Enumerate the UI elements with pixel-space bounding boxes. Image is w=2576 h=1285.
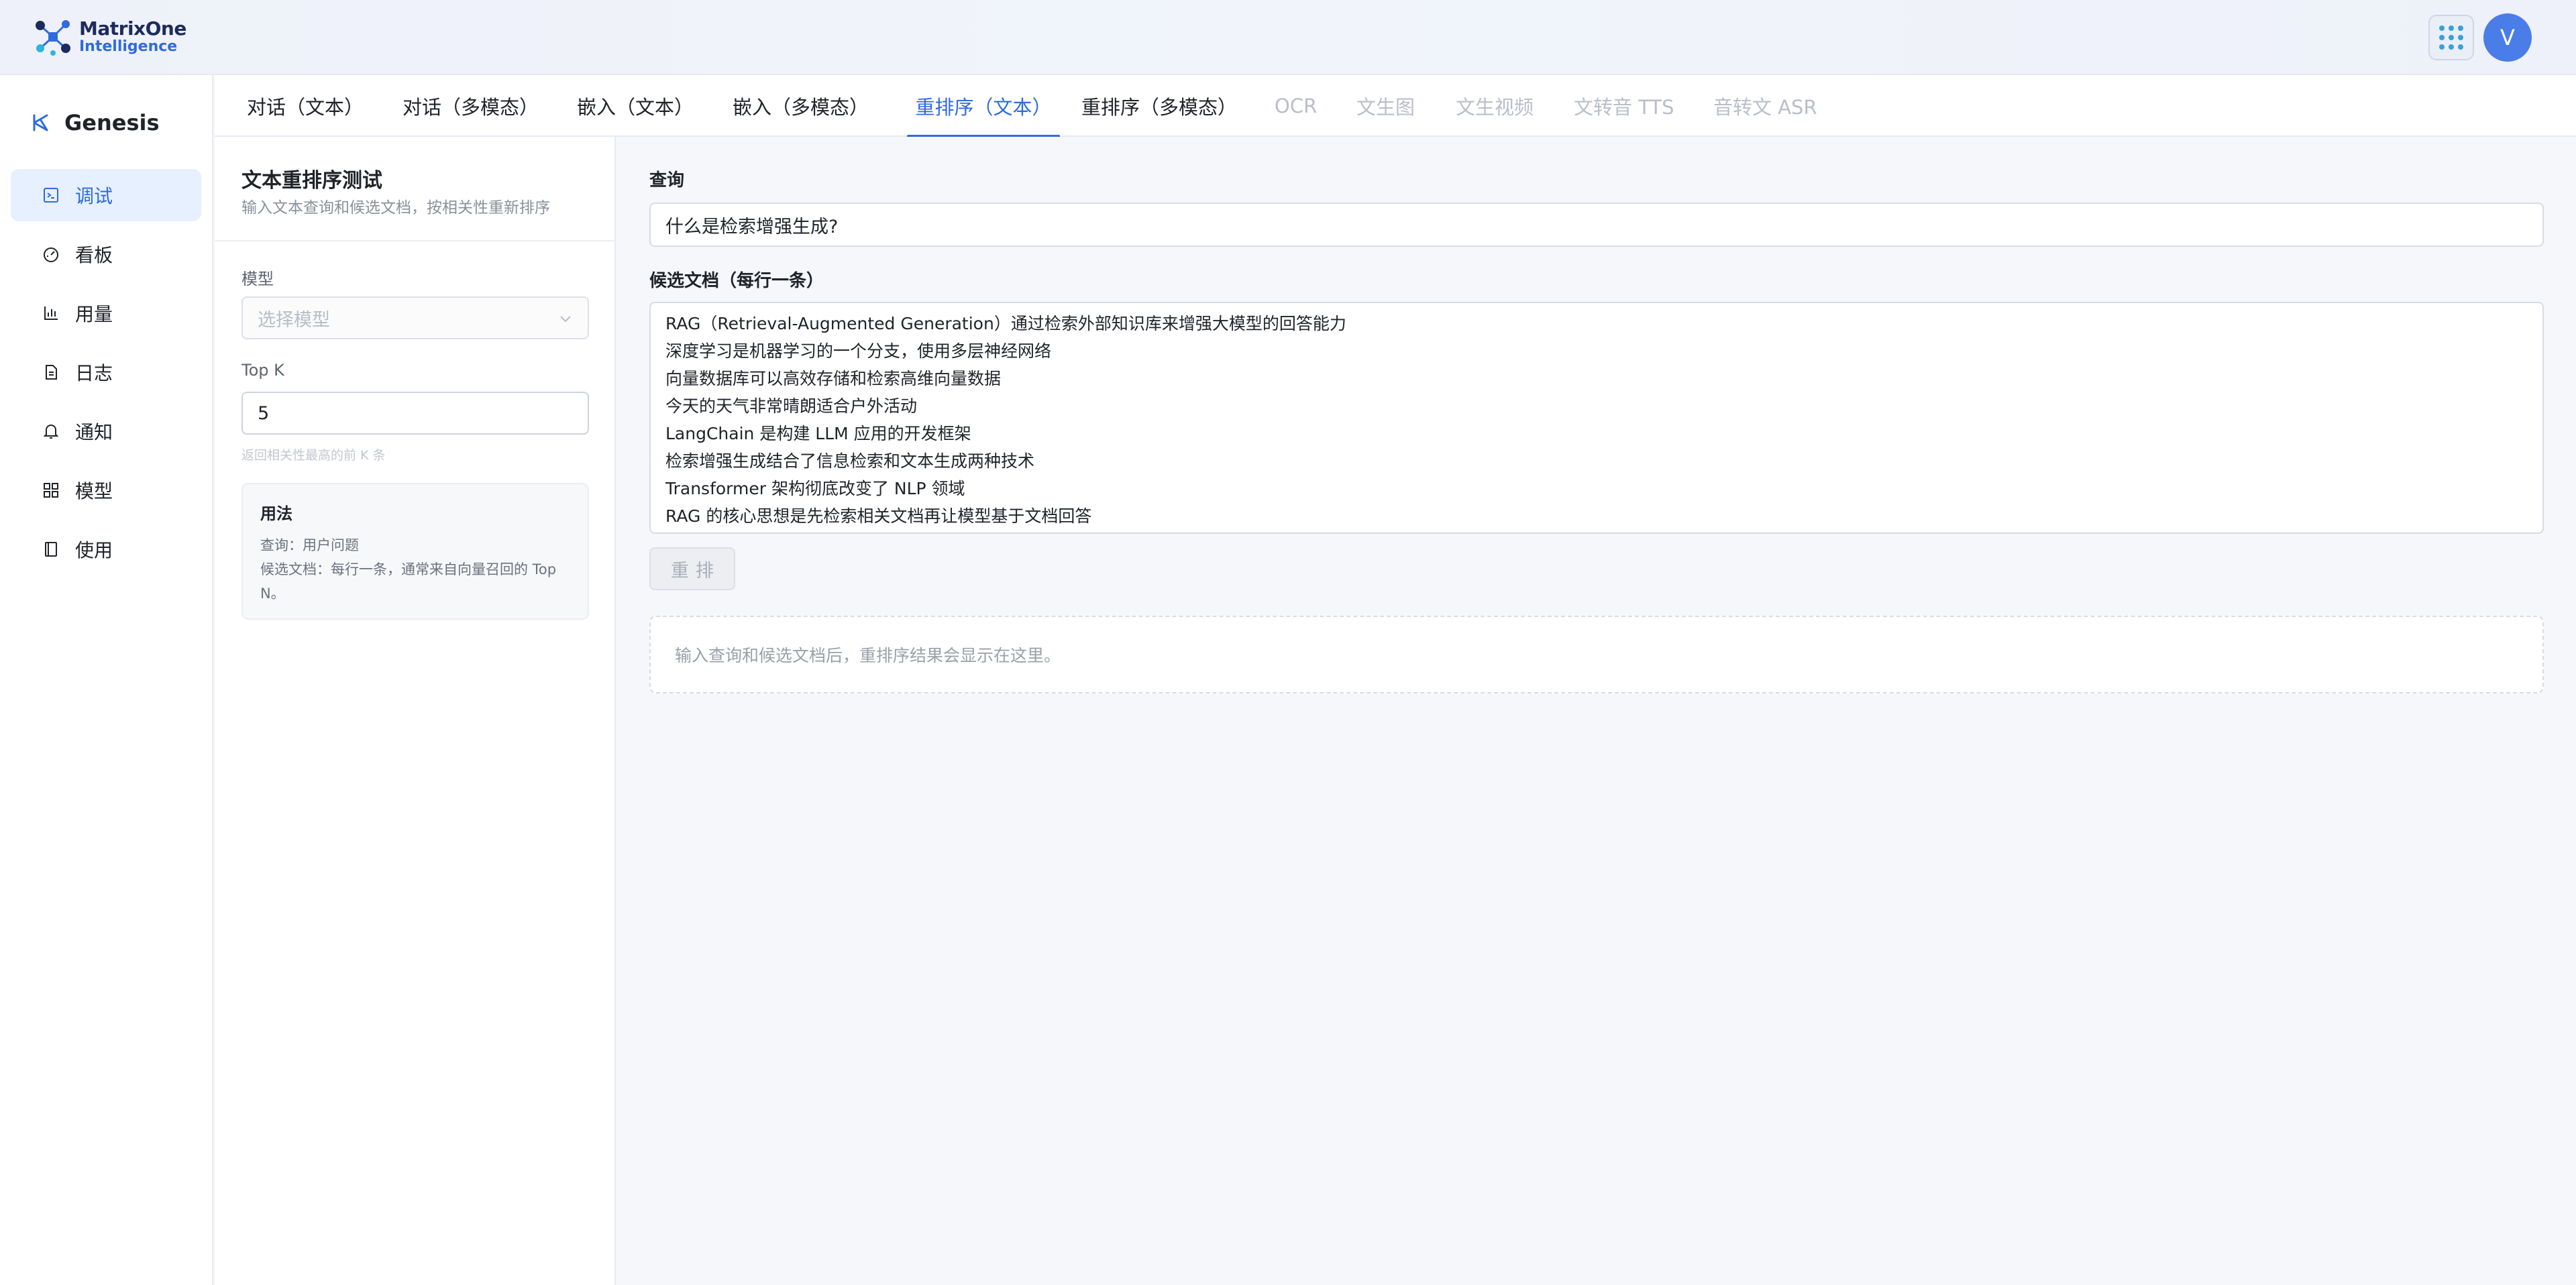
- tab-embed-text[interactable]: 嵌入（文本）: [577, 75, 694, 137]
- usage-card: 用法 查询：用户问题 候选文档：每行一条，通常来自向量召回的 Top N。: [241, 483, 589, 620]
- brand-name: Genesis: [64, 110, 160, 135]
- docs-label: 候选文档（每行一条）: [649, 271, 824, 291]
- grid-icon: [42, 481, 60, 500]
- model-type-tabs: 对话（文本） 对话（多模态） 嵌入（文本） 嵌入（多模态） 重排序（文本） 重排…: [215, 75, 2576, 138]
- grid-dots-icon: [2439, 25, 2463, 50]
- sidebar-item-label: 通知: [75, 421, 113, 443]
- rerank-button[interactable]: 重排: [649, 547, 735, 590]
- sidebar-item-label: 调试: [75, 185, 113, 207]
- dashboard-gauge-icon: [42, 245, 60, 264]
- model-select[interactable]: 选择模型: [241, 296, 589, 339]
- tab-tts[interactable]: 文转音 TTS: [1574, 75, 1674, 137]
- matrixone-logo[interactable]: MatrixOne Intelligence: [32, 13, 186, 60]
- model-select-placeholder: 选择模型: [258, 309, 330, 331]
- sidebar-item-usage[interactable]: 用量: [11, 287, 201, 339]
- usage-docs-line: 候选文档：每行一条，通常来自向量召回的 Top: [260, 561, 557, 577]
- sidebar-item-logs[interactable]: 日志: [11, 346, 201, 398]
- sidebar-nav: 调试 看板 用量 日志 通知 模型 使用: [11, 169, 201, 582]
- tab-embed-multimodal[interactable]: 嵌入（多模态）: [733, 75, 869, 137]
- sidebar-item-guide[interactable]: 使用: [11, 523, 201, 575]
- brand[interactable]: Genesis: [31, 110, 160, 135]
- book-icon: [42, 540, 60, 559]
- panel-title: 文本重排序测试: [241, 169, 382, 192]
- bell-icon: [42, 422, 60, 441]
- sidebar-item-label: 模型: [75, 480, 113, 502]
- logo-wordmark: MatrixOne: [79, 17, 186, 40]
- divider: [215, 240, 616, 241]
- candidate-docs-textarea[interactable]: RAG（Retrieval-Augmented Generation）通过检索外…: [649, 302, 2544, 534]
- doc-line: 深度学习是机器学习的一个分支，使用多层神经网络: [665, 341, 1052, 361]
- result-placeholder-text: 输入查询和候选文档后，重排序结果会显示在这里。: [675, 646, 1061, 665]
- doc-line: RAG（Retrieval-Augmented Generation）通过检索外…: [665, 314, 1346, 333]
- doc-line: 向量数据库可以高效存储和检索高维向量数据: [665, 369, 1002, 388]
- logo-subtitle: Intelligence: [79, 38, 178, 55]
- sidebar-item-label: 日志: [75, 362, 113, 384]
- doc-line: 检索增强生成结合了信息检索和文本生成两种技术: [665, 451, 1035, 471]
- terminal-icon: [42, 186, 60, 205]
- query-input[interactable]: 什么是检索增强生成?: [649, 203, 2544, 247]
- top-header: MatrixOne Intelligence V: [0, 0, 2576, 75]
- tab-chat-text[interactable]: 对话（文本）: [247, 75, 364, 137]
- doc-line: RAG 的核心思想是先检索相关文档再让模型基于文档回答: [665, 506, 1092, 526]
- panel-subtitle: 输入文本查询和候选文档，按相关性重新排序: [241, 199, 550, 217]
- tab-text-to-video[interactable]: 文生视频: [1456, 75, 1534, 137]
- document-icon: [42, 363, 60, 382]
- tab-rerank-multimodal[interactable]: 重排序（多模态）: [1081, 75, 1237, 137]
- model-label: 模型: [241, 270, 274, 288]
- topk-hint: 返回相关性最高的前 K 条: [241, 448, 386, 463]
- user-avatar[interactable]: V: [2483, 13, 2532, 62]
- sidebar-item-models[interactable]: 模型: [11, 464, 201, 516]
- sidebar: Genesis 调试 看板 用量 日志 通知 模型 使用: [0, 75, 213, 1285]
- tab-chat-multimodal[interactable]: 对话（多模态）: [402, 75, 539, 137]
- rerank-workspace: 查询 什么是检索增强生成? 候选文档（每行一条） RAG（Retrieval-A…: [617, 137, 2576, 1285]
- doc-line: Transformer 架构彻底改变了 NLP 领域: [665, 479, 965, 498]
- doc-line: 今天的天气非常晴朗适合户外活动: [665, 396, 918, 416]
- usage-title: 用法: [260, 504, 292, 523]
- bar-chart-icon: [42, 304, 60, 323]
- sidebar-item-notifications[interactable]: 通知: [11, 405, 201, 457]
- tab-asr[interactable]: 音转文 ASR: [1713, 75, 1817, 137]
- sidebar-item-dashboard[interactable]: 看板: [11, 228, 201, 280]
- usage-query-line: 查询：用户问题: [260, 537, 359, 553]
- config-panel: 文本重排序测试 输入文本查询和候选文档，按相关性重新排序 模型 选择模型 Top…: [215, 137, 616, 1285]
- genesis-logo-icon: [33, 114, 48, 131]
- query-label: 查询: [649, 170, 685, 190]
- tab-rerank-text[interactable]: 重排序（文本）: [907, 75, 1060, 138]
- sidebar-item-debug[interactable]: 调试: [11, 169, 201, 221]
- result-placeholder: 输入查询和候选文档后，重排序结果会显示在这里。: [649, 616, 2544, 693]
- matrixone-logo-icon: [36, 20, 70, 56]
- sidebar-item-label: 使用: [75, 539, 113, 561]
- topk-input[interactable]: 5: [241, 392, 589, 435]
- tab-text-to-image[interactable]: 文生图: [1356, 75, 1415, 137]
- usage-docs-line-cont: N。: [260, 585, 285, 602]
- sidebar-item-label: 用量: [75, 303, 113, 325]
- topk-label: Top K: [241, 361, 284, 380]
- apps-launcher-button[interactable]: [2428, 15, 2474, 60]
- doc-line: LangChain 是构建 LLM 应用的开发框架: [665, 424, 971, 443]
- tab-ocr[interactable]: OCR: [1275, 75, 1317, 137]
- chevron-down-icon: [560, 316, 571, 323]
- sidebar-item-label: 看板: [75, 244, 113, 266]
